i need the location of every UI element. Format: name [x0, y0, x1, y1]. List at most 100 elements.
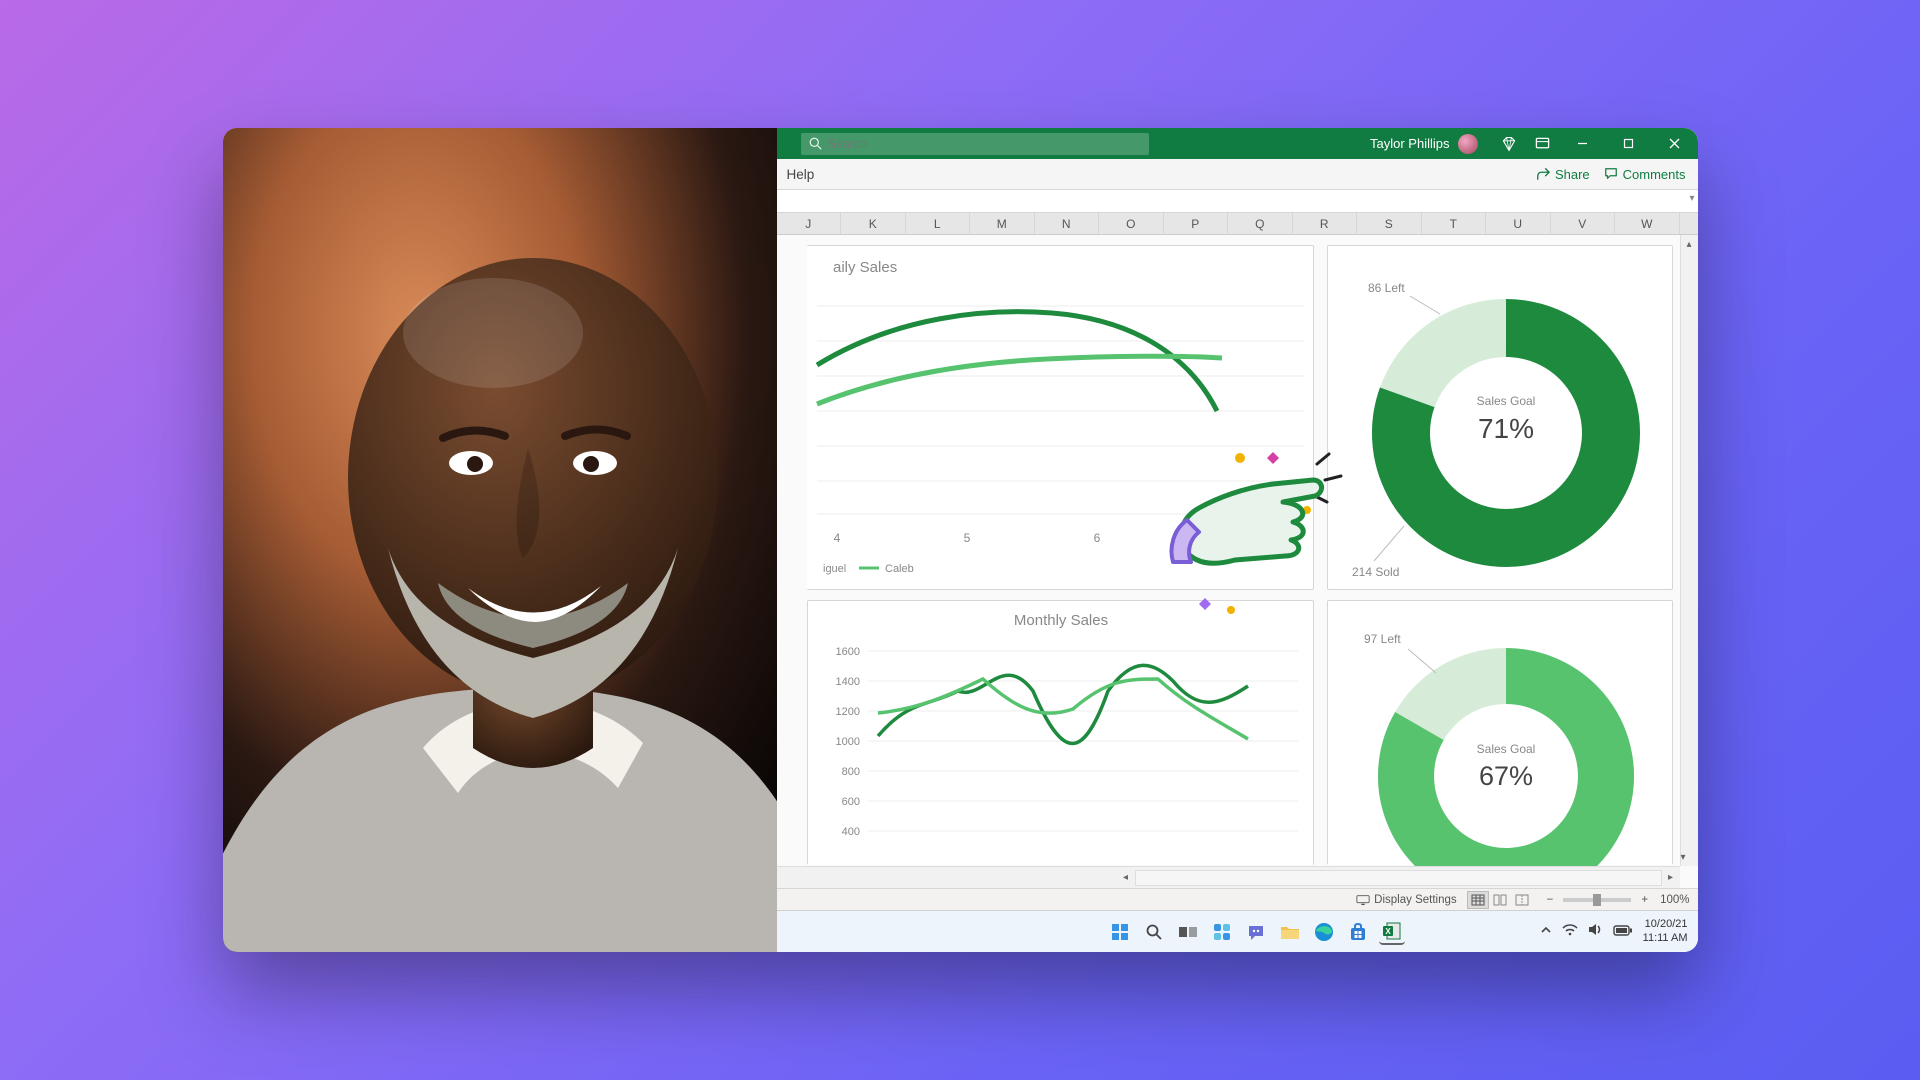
svg-text:Sales Goal: Sales Goal [1476, 742, 1535, 756]
svg-text:Monthly Sales: Monthly Sales [1013, 612, 1107, 629]
card-daily-sales: aily Sales 4 5 6 7 [807, 245, 1314, 590]
column-header-p[interactable]: P [1164, 213, 1229, 234]
column-header-s[interactable]: S [1357, 213, 1422, 234]
share-button[interactable]: Share [1536, 167, 1590, 182]
taskbar-taskview-icon[interactable] [1175, 919, 1201, 945]
excel-window: Taylor Phillips Help Share Comments [777, 128, 1698, 952]
ribbon-tab-help[interactable]: Help [783, 161, 819, 188]
share-label: Share [1555, 167, 1590, 182]
taskbar-start-icon[interactable] [1107, 919, 1133, 945]
taskbar-clock[interactable]: 10/20/21 11:11 AM [1643, 918, 1688, 946]
comments-button[interactable]: Comments [1604, 167, 1686, 182]
windows-taskbar: X 10/20/21 11:11 AM [777, 910, 1698, 952]
scroll-left-icon[interactable]: ◂ [1117, 867, 1135, 888]
tray-chevron-icon[interactable] [1540, 923, 1552, 941]
monitor-icon [1356, 894, 1370, 906]
column-header-v[interactable]: V [1551, 213, 1616, 234]
column-header-u[interactable]: U [1486, 213, 1551, 234]
window-close[interactable] [1652, 128, 1698, 159]
app-mode-icon[interactable] [1526, 128, 1560, 159]
diamond-icon[interactable] [1492, 128, 1526, 159]
svg-text:1400: 1400 [835, 676, 859, 688]
status-bar: Display Settings − + 100% [777, 888, 1698, 910]
zoom-out-button[interactable]: − [1543, 894, 1558, 906]
svg-text:600: 600 [841, 796, 859, 808]
zoom-slider[interactable] [1563, 898, 1631, 902]
column-header-o[interactable]: O [1099, 213, 1164, 234]
taskbar-store-icon[interactable] [1345, 919, 1371, 945]
svg-text:6: 6 [1093, 531, 1100, 545]
taskbar-date: 10/20/21 [1643, 918, 1688, 932]
taskbar-time: 11:11 AM [1643, 932, 1688, 946]
zoom-in-button[interactable]: + [1637, 894, 1652, 906]
column-header-q[interactable]: Q [1228, 213, 1293, 234]
column-header-k[interactable]: K [841, 213, 906, 234]
window-maximize[interactable] [1606, 128, 1652, 159]
horizontal-scrollbar[interactable]: ◂ ▸ [777, 866, 1680, 888]
column-header-j[interactable]: J [777, 213, 842, 234]
column-header-w[interactable]: W [1615, 213, 1680, 234]
ribbon: Help Share Comments [777, 159, 1698, 190]
svg-text:800: 800 [841, 766, 859, 778]
svg-text:86 Left: 86 Left [1368, 281, 1405, 295]
svg-text:Caleb: Caleb [885, 563, 914, 575]
taskbar-widgets-icon[interactable] [1209, 919, 1235, 945]
share-icon [1536, 167, 1550, 181]
daily-sales-title: aily Sales [833, 259, 897, 276]
tray-wifi-icon[interactable] [1562, 923, 1578, 941]
window-minimize[interactable] [1560, 128, 1606, 159]
scroll-down-icon[interactable]: ▾ [1681, 848, 1686, 866]
comments-label: Comments [1623, 167, 1686, 182]
title-bar: Taylor Phillips [777, 128, 1698, 159]
card-sales-goal-71: Sales Goal 71% 86 Left 214 Sold [1327, 245, 1673, 590]
user-name[interactable]: Taylor Phillips [1370, 136, 1449, 151]
zoom-level[interactable]: 100% [1660, 894, 1689, 906]
svg-text:1000: 1000 [835, 736, 859, 748]
formula-expand-icon[interactable]: ▾ [1689, 193, 1694, 204]
column-header-m[interactable]: M [970, 213, 1035, 234]
comment-icon [1604, 167, 1618, 181]
vertical-scrollbar[interactable]: ▴ ▾ [1680, 235, 1698, 866]
scroll-up-icon[interactable]: ▴ [1681, 235, 1698, 253]
taskbar-explorer-icon[interactable] [1277, 919, 1303, 945]
search-box[interactable] [801, 133, 1149, 155]
column-header-r[interactable]: R [1293, 213, 1358, 234]
svg-text:5: 5 [963, 531, 970, 545]
view-page-layout-icon[interactable] [1489, 891, 1511, 909]
search-input[interactable] [828, 137, 1141, 151]
tray-volume-icon[interactable] [1588, 923, 1603, 941]
promo-frame: Taylor Phillips Help Share Comments [223, 128, 1698, 952]
card-sales-goal-67: Sales Goal 67% 97 Left [1327, 600, 1673, 865]
column-header-t[interactable]: T [1422, 213, 1487, 234]
system-tray: 10/20/21 11:11 AM [1540, 918, 1688, 946]
worksheet[interactable]: aily Sales 4 5 6 7 [777, 235, 1698, 888]
formula-bar[interactable]: ▾ [777, 190, 1698, 213]
column-header-l[interactable]: L [906, 213, 971, 234]
svg-text:97 Left: 97 Left [1364, 632, 1401, 646]
column-header-n[interactable]: N [1035, 213, 1100, 234]
scroll-right-icon[interactable]: ▸ [1662, 867, 1680, 888]
display-settings-button[interactable]: Display Settings [1356, 894, 1456, 906]
svg-text:iguel: iguel [823, 563, 846, 575]
svg-text:67%: 67% [1478, 761, 1532, 791]
display-settings-label: Display Settings [1374, 894, 1456, 906]
taskbar-chat-icon[interactable] [1243, 919, 1269, 945]
svg-text:7: 7 [1218, 531, 1225, 545]
svg-text:400: 400 [841, 826, 859, 838]
view-page-break-icon[interactable] [1511, 891, 1533, 909]
card-monthly-sales: Monthly Sales 1600 1400 1200 1000 800 600 400 [807, 600, 1314, 865]
svg-text:1200: 1200 [835, 706, 859, 718]
taskbar-edge-icon[interactable] [1311, 919, 1337, 945]
taskbar-search-icon[interactable] [1141, 919, 1167, 945]
search-icon [809, 137, 822, 150]
user-avatar[interactable] [1458, 134, 1478, 154]
svg-text:71%: 71% [1477, 413, 1533, 444]
svg-text:Sales Goal: Sales Goal [1476, 394, 1535, 408]
view-normal-icon[interactable] [1467, 891, 1489, 909]
svg-text:X: X [1385, 927, 1391, 936]
tray-battery-icon[interactable] [1613, 923, 1633, 941]
svg-text:1600: 1600 [835, 646, 859, 658]
taskbar-excel-icon[interactable]: X [1379, 919, 1405, 945]
svg-text:214 Sold: 214 Sold [1352, 565, 1399, 579]
svg-text:4: 4 [833, 531, 840, 545]
